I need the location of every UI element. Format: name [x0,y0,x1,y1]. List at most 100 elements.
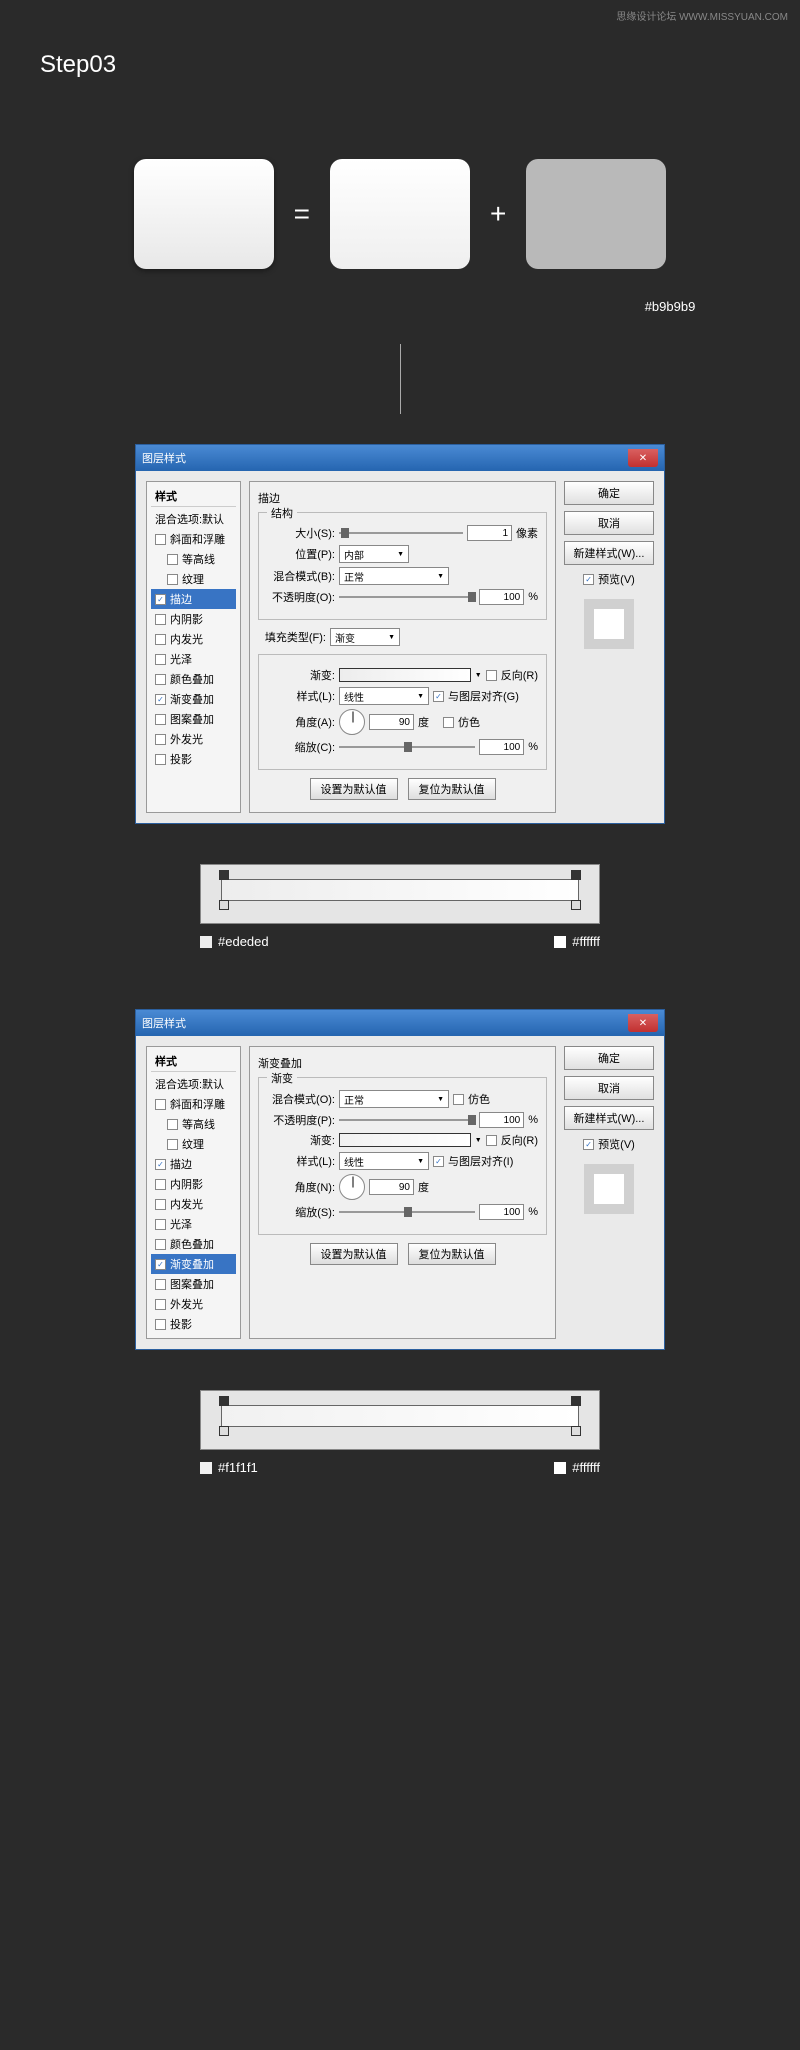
style-item[interactable]: 等高线 [151,1114,236,1134]
make-default-button[interactable]: 设置为默认值 [310,1243,398,1265]
style-checkbox[interactable] [155,634,166,645]
reset-default-button[interactable]: 复位为默认值 [408,1243,496,1265]
style-checkbox[interactable] [155,1279,166,1290]
ok-button[interactable]: 确定 [564,481,654,505]
style-item[interactable]: 内发光 [151,629,236,649]
style-checkbox[interactable]: ✓ [155,594,166,605]
fill-type-select[interactable]: 渐变▼ [330,628,400,646]
scale-input[interactable] [479,739,524,755]
style-checkbox[interactable] [155,654,166,665]
dither-checkbox[interactable] [443,717,454,728]
style-item[interactable]: ✓描边 [151,589,236,609]
style-checkbox[interactable] [155,1299,166,1310]
style-item[interactable]: ✓渐变叠加 [151,1254,236,1274]
style-checkbox[interactable] [167,574,178,585]
style-item[interactable]: 外发光 [151,729,236,749]
style-checkbox[interactable] [167,1139,178,1150]
gradient-style-select[interactable]: 线性▼ [339,687,429,705]
style-checkbox[interactable] [155,614,166,625]
ok-button[interactable]: 确定 [564,1046,654,1070]
style-item[interactable]: 外发光 [151,1294,236,1314]
style-checkbox[interactable] [167,1119,178,1130]
style-item[interactable]: 图案叠加 [151,1274,236,1294]
cancel-button[interactable]: 取消 [564,511,654,535]
style-checkbox[interactable] [155,674,166,685]
cancel-button[interactable]: 取消 [564,1076,654,1100]
align-checkbox[interactable]: ✓ [433,1156,444,1167]
color-stop-right[interactable] [571,1426,581,1436]
style-checkbox[interactable] [167,554,178,565]
opacity-stop-left[interactable] [219,1396,229,1406]
style-item[interactable]: 等高线 [151,549,236,569]
style-item[interactable]: ✓描边 [151,1154,236,1174]
color-stop-left[interactable] [219,1426,229,1436]
gradient-picker[interactable] [339,668,471,682]
make-default-button[interactable]: 设置为默认值 [310,778,398,800]
dither-checkbox[interactable] [453,1094,464,1105]
angle-input[interactable] [369,714,414,730]
align-checkbox[interactable]: ✓ [433,691,444,702]
style-checkbox[interactable] [155,1219,166,1230]
style-checkbox[interactable]: ✓ [155,1159,166,1170]
preview-checkbox[interactable]: ✓ [583,1139,594,1150]
titlebar[interactable]: 图层样式 ✕ [136,445,664,471]
opacity-input[interactable] [479,1112,524,1128]
color-stop-left[interactable] [219,900,229,910]
style-checkbox[interactable] [155,1179,166,1190]
gradient-bar[interactable] [221,1405,579,1427]
style-checkbox[interactable] [155,714,166,725]
style-item[interactable]: 内阴影 [151,1174,236,1194]
style-item[interactable]: 斜面和浮雕 [151,529,236,549]
style-checkbox[interactable] [155,1319,166,1330]
style-item[interactable]: 斜面和浮雕 [151,1094,236,1114]
style-checkbox[interactable]: ✓ [155,1259,166,1270]
blend-defaults[interactable]: 混合选项:默认 [151,509,236,529]
close-icon[interactable]: ✕ [628,449,658,467]
scale-slider[interactable] [339,740,475,754]
style-item[interactable]: 纹理 [151,1134,236,1154]
blend-mode-select[interactable]: 正常▼ [339,567,449,585]
size-slider[interactable] [339,526,463,540]
opacity-slider[interactable] [339,1113,475,1127]
angle-dial[interactable] [339,1174,365,1200]
angle-input[interactable] [369,1179,414,1195]
preview-checkbox[interactable]: ✓ [583,574,594,585]
opacity-stop-right[interactable] [571,1396,581,1406]
style-checkbox[interactable] [155,1099,166,1110]
reset-default-button[interactable]: 复位为默认值 [408,778,496,800]
opacity-stop-left[interactable] [219,870,229,880]
new-style-button[interactable]: 新建样式(W)... [564,541,654,565]
style-item[interactable]: 内发光 [151,1194,236,1214]
position-select[interactable]: 内部▼ [339,545,409,563]
color-stop-right[interactable] [571,900,581,910]
style-item[interactable]: 内阴影 [151,609,236,629]
blend-mode-select[interactable]: 正常▼ [339,1090,449,1108]
style-item[interactable]: 投影 [151,749,236,769]
close-icon[interactable]: ✕ [628,1014,658,1032]
new-style-button[interactable]: 新建样式(W)... [564,1106,654,1130]
style-item[interactable]: 纹理 [151,569,236,589]
opacity-input[interactable] [479,589,524,605]
style-checkbox[interactable] [155,734,166,745]
opacity-slider[interactable] [339,590,475,604]
style-checkbox[interactable] [155,534,166,545]
gradient-style-select[interactable]: 线性▼ [339,1152,429,1170]
style-item[interactable]: ✓渐变叠加 [151,689,236,709]
style-checkbox[interactable] [155,754,166,765]
style-checkbox[interactable] [155,1199,166,1210]
scale-slider[interactable] [339,1205,475,1219]
style-checkbox[interactable]: ✓ [155,694,166,705]
angle-dial[interactable] [339,709,365,735]
opacity-stop-right[interactable] [571,870,581,880]
titlebar[interactable]: 图层样式 ✕ [136,1010,664,1036]
style-checkbox[interactable] [155,1239,166,1250]
scale-input[interactable] [479,1204,524,1220]
style-item[interactable]: 图案叠加 [151,709,236,729]
blend-defaults[interactable]: 混合选项:默认 [151,1074,236,1094]
gradient-bar[interactable] [221,879,579,901]
reverse-checkbox[interactable] [486,670,497,681]
style-item[interactable]: 颜色叠加 [151,1234,236,1254]
gradient-picker[interactable] [339,1133,471,1147]
style-item[interactable]: 颜色叠加 [151,669,236,689]
style-item[interactable]: 投影 [151,1314,236,1334]
